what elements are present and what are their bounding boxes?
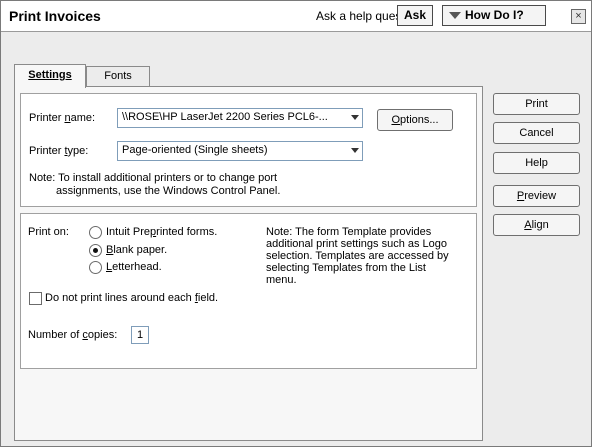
tab-settings[interactable]: Settings [14, 64, 86, 88]
help-button[interactable]: Help [493, 152, 580, 174]
printer-note-line-1: Note: To install additional printers or … [29, 172, 278, 184]
no-field-lines-label: Do not print lines around each field. [45, 292, 219, 304]
close-icon[interactable]: × [571, 9, 586, 24]
printer-name-label: Printer name: [29, 112, 96, 124]
printer-type-label: Printer type: [29, 145, 89, 157]
preview-button[interactable]: Preview [493, 185, 580, 207]
print-button[interactable]: Print [493, 93, 580, 115]
letterhead-label: Letterhead. [106, 261, 162, 273]
copies-input[interactable]: 1 [131, 326, 149, 344]
template-note-line-5: menu. [266, 274, 297, 286]
title-bar: Print Invoices Ask a help question Ask H… [1, 1, 591, 32]
cancel-button[interactable]: Cancel [493, 122, 580, 144]
template-note-line-2: additional print settings such as Logo [266, 238, 448, 250]
printer-name-value: \\ROSE\HP LaserJet 2200 Series PCL6-... [122, 111, 328, 123]
template-note-line-3: selection. Templates are accessed by [266, 250, 449, 262]
chevron-down-icon [351, 115, 359, 120]
window-title: Print Invoices [9, 8, 101, 24]
printer-type-value: Page-oriented (Single sheets) [122, 144, 268, 156]
radio-preprinted-forms[interactable] [89, 226, 102, 239]
preprinted-forms-label: Intuit Preprinted forms. [106, 226, 218, 238]
tab-settings-label: Settings [28, 69, 72, 81]
print-invoices-window: Print Invoices Ask a help question Ask H… [0, 0, 592, 447]
printer-settings-group: Printer name: \\ROSE\HP LaserJet 2200 Se… [20, 93, 477, 207]
blank-paper-label: Blank paper. [106, 244, 168, 256]
how-do-i-button[interactable]: How Do I? [442, 5, 546, 26]
printer-note-line-2: assignments, use the Windows Control Pan… [56, 185, 281, 197]
template-note-line-1: Note: The form Template provides [266, 226, 432, 238]
template-note-line-4: selecting Templates from the List [266, 262, 426, 274]
printer-type-select[interactable]: Page-oriented (Single sheets) [117, 141, 363, 161]
no-field-lines-checkbox[interactable] [29, 292, 42, 305]
how-do-i-label: How Do I? [465, 8, 524, 22]
radio-letterhead[interactable] [89, 261, 102, 274]
radio-selected-dot [93, 248, 98, 253]
options-button[interactable]: Options... [377, 109, 453, 131]
settings-tab-panel: Printer name: \\ROSE\HP LaserJet 2200 Se… [14, 86, 483, 441]
dropdown-triangle-icon [449, 12, 461, 19]
printer-name-select[interactable]: \\ROSE\HP LaserJet 2200 Series PCL6-... [117, 108, 363, 128]
print-on-label: Print on: [28, 226, 69, 238]
tab-fonts[interactable]: Fonts [86, 66, 150, 87]
ask-button[interactable]: Ask [397, 5, 433, 26]
radio-blank-paper[interactable] [89, 244, 102, 257]
copies-label: Number of copies: [28, 329, 118, 341]
tab-fonts-label: Fonts [104, 70, 132, 82]
chevron-down-icon [351, 148, 359, 153]
align-button[interactable]: Align [493, 214, 580, 236]
print-on-group: Print on: Intuit Preprinted forms. Blank… [20, 213, 477, 369]
